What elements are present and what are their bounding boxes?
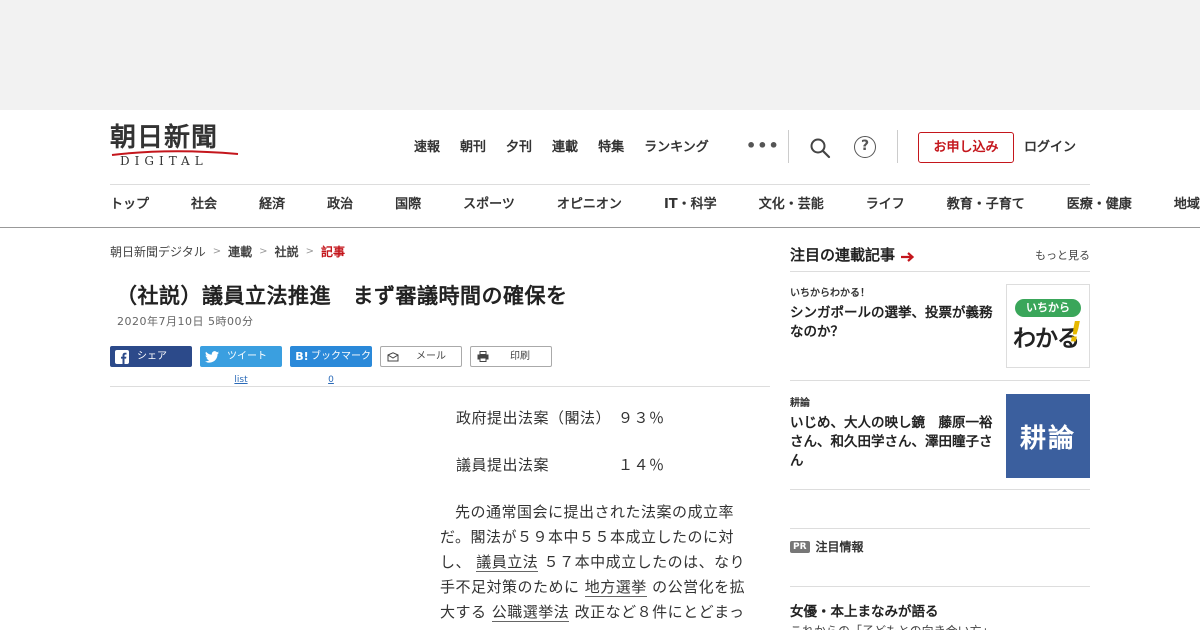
nav-divider bbox=[110, 184, 1090, 185]
stat-row: 政府提出法案（閣法） ９３％ bbox=[440, 406, 750, 431]
printer-icon bbox=[476, 350, 490, 364]
pr-section-header: PR 注目情報 bbox=[790, 538, 864, 555]
login-link[interactable]: ログイン bbox=[1024, 138, 1076, 158]
stat-value: １４％ bbox=[618, 456, 665, 474]
breadcrumb-separator: > bbox=[212, 246, 222, 257]
article-paragraph: 先の通常国会に提出された法案の成立率だ。閣法が５９本中５５本成立したのに対し、 … bbox=[440, 500, 750, 630]
site-header: 朝日新聞 DIGITAL 速報 朝刊 夕刊 連載 特集 ランキング ••• ? … bbox=[0, 110, 1200, 228]
article-divider bbox=[110, 386, 770, 387]
facebook-share-label: シェア bbox=[137, 351, 167, 362]
catnav-life[interactable]: ライフ bbox=[866, 196, 905, 214]
apply-button[interactable]: お申し込み bbox=[918, 132, 1014, 163]
print-button[interactable]: 印刷 bbox=[470, 346, 552, 367]
keyword-link-koushoku-senkyohou[interactable]: 公職選挙法 bbox=[491, 603, 570, 622]
catnav-health[interactable]: 医療・健康 bbox=[1067, 196, 1132, 214]
keyword-link-chihou-senkyo[interactable]: 地方選挙 bbox=[584, 578, 647, 597]
sidebar-article[interactable]: 耕論 いじめ、大人の映し鏡 藤原一裕さん、和久田学さん、澤田瞳子さん 耕論 bbox=[790, 394, 1090, 478]
twitter-share-count[interactable]: list bbox=[200, 370, 282, 391]
more-menu-button[interactable]: ••• bbox=[746, 136, 780, 155]
print-label: 印刷 bbox=[510, 351, 530, 362]
catnav-politics[interactable]: 政治 bbox=[327, 196, 353, 214]
twitter-share-button[interactable]: ツイート list bbox=[200, 346, 282, 385]
hatena-bookmark-button[interactable]: B! ブックマーク 0 bbox=[290, 346, 372, 385]
sidebar-divider bbox=[790, 489, 1090, 490]
sidebar-article-title: シンガポールの選挙、投票が義務なのか？ bbox=[790, 305, 993, 340]
promo-subtitle: これからの「子どもとの向き合い方」 bbox=[790, 622, 994, 630]
header-divider bbox=[897, 130, 898, 163]
catnav-it-science[interactable]: IT・科学 bbox=[664, 196, 717, 214]
topnav-sokuho[interactable]: 速報 bbox=[414, 138, 440, 158]
breadcrumb-series[interactable]: 連載 bbox=[228, 243, 252, 260]
stat-label: 議員提出法案 bbox=[456, 456, 550, 474]
sidebar-divider bbox=[790, 380, 1090, 381]
logo-wordmark: 朝日新聞 bbox=[110, 123, 219, 153]
breadcrumb-column[interactable]: 社説 bbox=[275, 243, 299, 260]
topnav-rensai[interactable]: 連載 bbox=[552, 138, 578, 158]
promo-title[interactable]: 女優・本上まなみが語る bbox=[790, 600, 939, 620]
breadcrumb: 朝日新聞デジタル > 連載 > 社説 > 記事 bbox=[110, 243, 345, 260]
search-icon bbox=[810, 138, 831, 159]
sidebar-divider bbox=[790, 528, 1090, 529]
keyword-link-giin-rippou[interactable]: 議員立法 bbox=[476, 553, 539, 572]
pr-badge: PR bbox=[790, 540, 810, 553]
twitter-share-label: ツイート bbox=[227, 351, 267, 362]
header-divider bbox=[788, 130, 789, 163]
article-body: 政府提出法案（閣法） ９３％ 議員提出法案 １４％ 先の通常国会に提出された法案… bbox=[440, 406, 750, 630]
article-date: 2020年7月10日 5時00分 bbox=[117, 315, 254, 328]
catnav-international[interactable]: 国際 bbox=[395, 196, 421, 214]
breadcrumb-separator: > bbox=[305, 246, 314, 257]
logo-subtitle: DIGITAL bbox=[120, 154, 208, 168]
facebook-icon bbox=[115, 349, 129, 364]
mail-share-button[interactable]: メール bbox=[380, 346, 462, 367]
advertisement-area bbox=[0, 0, 1200, 110]
catnav-society[interactable]: 社会 bbox=[191, 196, 217, 214]
share-buttons: シェア ツイート list B! ブックマーク 0 メール 印刷 bbox=[110, 346, 552, 385]
sidebar-divider bbox=[790, 271, 1090, 272]
sidebar-article-title: いじめ、大人の映し鏡 藤原一裕さん、和久田学さん、澤田瞳子さん bbox=[790, 415, 993, 469]
sidebar-article-thumbnail: いちから わかる ! bbox=[1006, 284, 1090, 368]
help-button[interactable]: ? bbox=[854, 136, 876, 158]
topnav-choukan[interactable]: 朝刊 bbox=[460, 138, 486, 158]
thumbnail-exclamation: ! bbox=[1069, 315, 1082, 348]
sidebar-heading-text: 注目の連載記事 bbox=[790, 246, 896, 264]
catnav-opinion[interactable]: オピニオン bbox=[557, 196, 622, 214]
mail-icon bbox=[386, 350, 400, 364]
sidebar-divider bbox=[790, 586, 1090, 587]
catnav-region[interactable]: 地域 bbox=[1174, 196, 1200, 214]
breadcrumb-separator: > bbox=[259, 246, 268, 257]
catnav-education[interactable]: 教育・子育て bbox=[947, 196, 1025, 214]
category-navigation: トップ 社会 経済 政治 国際 スポーツ オピニオン IT・科学 文化・芸能 ラ… bbox=[110, 196, 1200, 214]
sidebar-more-link[interactable]: もっと見る bbox=[1035, 247, 1090, 263]
breadcrumb-home[interactable]: 朝日新聞デジタル bbox=[110, 243, 206, 260]
hatena-bookmark-label: ブックマーク bbox=[311, 351, 371, 362]
article-title: （社説）議員立法推進 まず審議時間の確保を bbox=[116, 284, 568, 308]
topnav-ranking[interactable]: ランキング bbox=[644, 138, 709, 158]
site-logo[interactable]: 朝日新聞 DIGITAL bbox=[110, 124, 242, 170]
top-navigation: 速報 朝刊 夕刊 連載 特集 ランキング bbox=[414, 138, 729, 158]
hatena-bookmark-count[interactable]: 0 bbox=[290, 370, 372, 391]
facebook-share-button[interactable]: シェア bbox=[110, 346, 192, 367]
paragraph-text: ５７本中 bbox=[543, 553, 606, 571]
sidebar-article-thumbnail: 耕論 bbox=[1006, 394, 1090, 478]
sidebar-heading[interactable]: 注目の連載記事 bbox=[790, 244, 915, 265]
pr-label: 注目情報 bbox=[815, 540, 864, 554]
stat-label: 政府提出法案（閣法） bbox=[456, 409, 612, 427]
catnav-economy[interactable]: 経済 bbox=[259, 196, 285, 214]
sidebar-article[interactable]: いちからわかる！ シンガポールの選挙、投票が義務なのか？ いちから わかる ! bbox=[790, 284, 1090, 368]
thumbnail-kanji: 耕論 bbox=[1019, 424, 1076, 454]
breadcrumb-current: 記事 bbox=[320, 245, 345, 259]
catnav-sports[interactable]: スポーツ bbox=[463, 196, 515, 214]
help-icon: ? bbox=[860, 138, 870, 154]
arrow-right-icon bbox=[901, 251, 915, 262]
stat-row: 議員提出法案 １４％ bbox=[440, 453, 750, 478]
topnav-yukan[interactable]: 夕刊 bbox=[506, 138, 532, 158]
stat-value: ９３％ bbox=[618, 409, 665, 427]
twitter-bird-icon bbox=[205, 350, 219, 364]
mail-share-label: メール bbox=[416, 351, 446, 362]
catnav-culture[interactable]: 文化・芸能 bbox=[759, 196, 824, 214]
catnav-top[interactable]: トップ bbox=[110, 196, 149, 214]
topnav-tokushu[interactable]: 特集 bbox=[598, 138, 624, 158]
hatena-bookmark-icon: B! bbox=[295, 350, 309, 363]
search-button[interactable] bbox=[808, 136, 832, 160]
